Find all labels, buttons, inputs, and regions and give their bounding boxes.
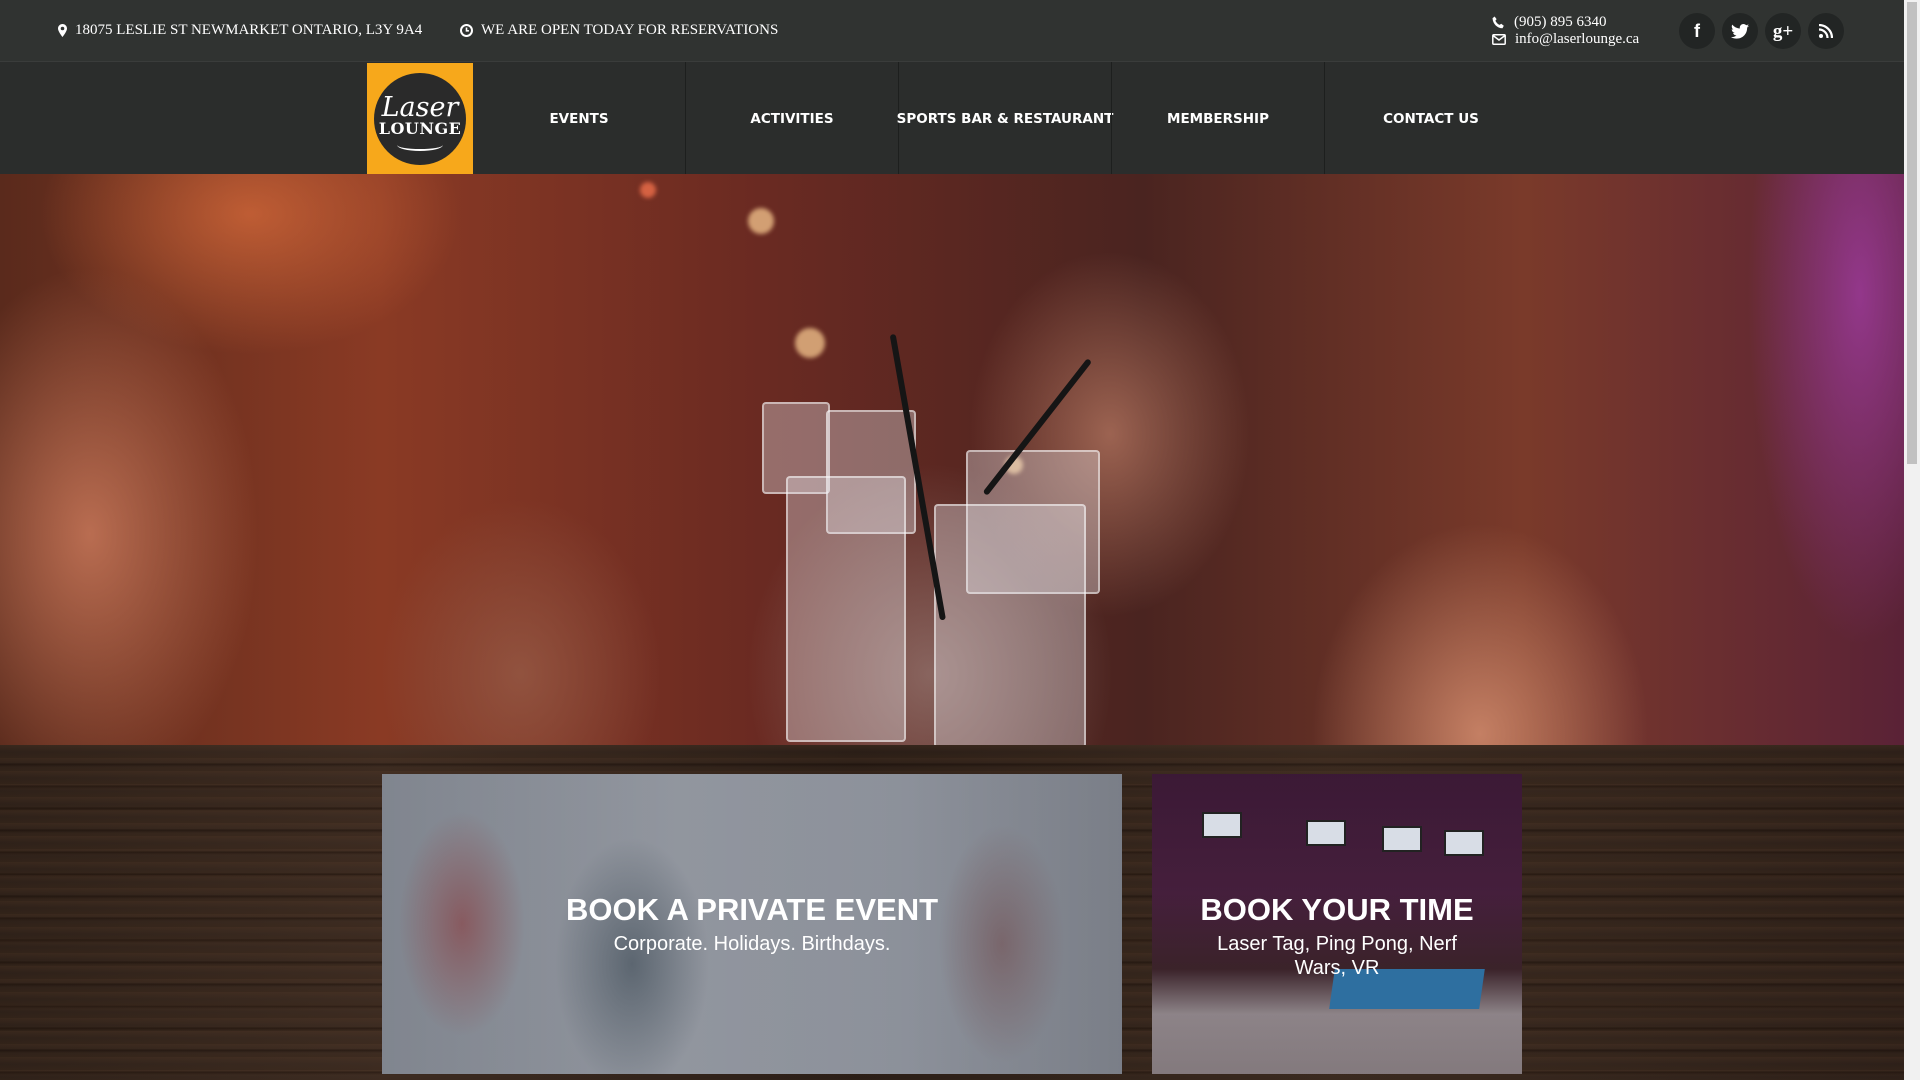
card-subtitle: Corporate. Holidays. Birthdays. [613, 933, 891, 955]
glass-shape [786, 476, 906, 742]
card-subtitle: Laser Tag, Ping Pong, Nerf Wars, VR [1217, 933, 1457, 979]
tv-screen-icon [1444, 830, 1484, 856]
bokeh-light [795, 328, 825, 358]
hours-item: WE ARE OPEN TODAY FOR RESERVATIONS [460, 22, 778, 39]
logo-arc [397, 139, 443, 151]
card-text: BOOK A PRIVATE EVENT Corporate. Holidays… [382, 892, 1122, 956]
card-title: BOOK A PRIVATE EVENT [565, 892, 939, 927]
hero-banner-image [0, 174, 1904, 745]
logo-line2: LOUNGE [378, 119, 462, 138]
nav-item-contact-us[interactable]: CONTACT US [1325, 62, 1537, 175]
envelope-icon [1492, 34, 1506, 45]
bokeh-light [748, 208, 774, 234]
nav-item-label: ACTIVITIES [750, 110, 834, 127]
googleplus-icon: g+ [1772, 20, 1794, 42]
page-scrollbar[interactable] [1904, 0, 1920, 1080]
bokeh-light [640, 182, 656, 198]
address-item: 18075 LESLIE ST NEWMARKET ONTARIO, L3Y 9… [58, 22, 422, 39]
facebook-icon: f [1694, 21, 1700, 41]
nav-item-label: EVENTS [549, 110, 609, 127]
address-text: 18075 LESLIE ST NEWMARKET ONTARIO, L3Y 9… [75, 22, 423, 38]
phone-icon [1492, 16, 1504, 29]
nav-item-events[interactable]: EVENTS [473, 62, 685, 175]
twitter-icon [1731, 23, 1749, 39]
twitter-button[interactable] [1722, 13, 1758, 49]
tv-screen-icon [1202, 812, 1242, 838]
nav-item-activities[interactable]: ACTIVITIES [686, 62, 898, 175]
glass-shape [934, 504, 1086, 745]
book-private-event-card[interactable]: BOOK A PRIVATE EVENT Corporate. Holidays… [382, 774, 1122, 1074]
scrollbar-thumb[interactable] [1907, 2, 1917, 464]
tv-screen-icon [1306, 820, 1346, 846]
top-info-bar: 18075 LESLIE ST NEWMARKET ONTARIO, L3Y 9… [0, 0, 1904, 61]
page: 18075 LESLIE ST NEWMARKET ONTARIO, L3Y 9… [0, 0, 1920, 1080]
main-navigation: Laser LOUNGE EVENTS ACTIVITIES SPORTS BA… [0, 61, 1904, 175]
book-your-time-card[interactable]: BOOK YOUR TIME Laser Tag, Ping Pong, Ner… [1152, 774, 1522, 1074]
email-text: info@laserlounge.ca [1515, 31, 1640, 47]
nav-item-label: SPORTS BAR & RESTAURANT [896, 110, 1114, 127]
phone-text: (905) 895 6340 [1514, 14, 1607, 30]
wood-background-section: BOOK A PRIVATE EVENT Corporate. Holidays… [0, 745, 1904, 1080]
logo-line1: Laser [381, 92, 459, 123]
nav-item-label: CONTACT US [1383, 110, 1479, 127]
contact-info: (905) 895 6340 info@laserlounge.ca [1492, 14, 1639, 48]
nav-item-membership[interactable]: MEMBERSHIP [1112, 62, 1324, 175]
rss-icon [1819, 24, 1833, 38]
nav-item-label: MEMBERSHIP [1167, 110, 1269, 127]
email-row[interactable]: info@laserlounge.ca [1492, 31, 1639, 48]
hours-text: WE ARE OPEN TODAY FOR RESERVATIONS [481, 22, 779, 38]
map-pin-icon [58, 24, 67, 37]
logo-badge: Laser LOUNGE [374, 73, 466, 165]
facebook-button[interactable]: f [1679, 13, 1715, 49]
googleplus-button[interactable]: g+ [1765, 13, 1801, 49]
card-title: BOOK YOUR TIME [1200, 892, 1474, 927]
rss-button[interactable] [1808, 13, 1844, 49]
card-text: BOOK YOUR TIME Laser Tag, Ping Pong, Ner… [1152, 892, 1522, 980]
laser-lounge-logo[interactable]: Laser LOUNGE [367, 63, 473, 175]
clock-icon [460, 24, 473, 37]
phone-row[interactable]: (905) 895 6340 [1492, 14, 1639, 31]
nav-item-sports-bar-restaurant[interactable]: SPORTS BAR & RESTAURANT [896, 62, 1114, 175]
tv-screen-icon [1382, 826, 1422, 852]
